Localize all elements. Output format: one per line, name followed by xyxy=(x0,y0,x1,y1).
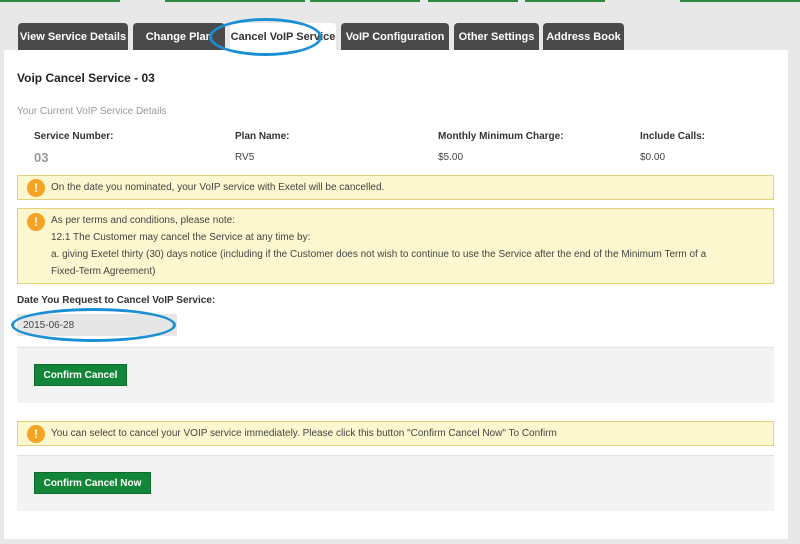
confirm-cancel-now-button[interactable]: Confirm Cancel Now xyxy=(34,472,151,494)
value-service-number: 03 xyxy=(34,150,49,165)
tab-other-settings[interactable]: Other Settings xyxy=(454,23,539,51)
top-strip-segment xyxy=(0,0,120,2)
page-subtitle: Your Current VoIP Service Details xyxy=(17,106,167,117)
cancel-date-input[interactable] xyxy=(17,314,177,336)
confirm-cancel-now-box: Confirm Cancel Now xyxy=(17,455,774,511)
warning-circle-icon: ! xyxy=(27,179,45,197)
warning-circle-icon: ! xyxy=(27,213,45,231)
top-strip-segment xyxy=(525,0,605,2)
alert-terms-line-3: a. giving Exetel thirty (30) days notice… xyxy=(51,249,707,260)
cancel-date-label: Date You Request to Cancel VoIP Service: xyxy=(17,295,216,306)
confirm-cancel-button[interactable]: Confirm Cancel xyxy=(34,364,127,386)
alert-terms-line-2: 12.1 The Customer may cancel the Service… xyxy=(51,232,311,243)
tab-address-book[interactable]: Address Book xyxy=(543,23,624,51)
value-monthly-minimum: $5.00 xyxy=(438,152,464,163)
header-service-number: Service Number: xyxy=(34,131,114,142)
tab-cancel-voip-service[interactable]: Cancel VoIP Service xyxy=(230,23,336,51)
top-strip-segment xyxy=(165,0,305,2)
confirm-cancel-box: Confirm Cancel xyxy=(17,347,774,403)
alert-cancel-notice: ! On the date you nominated, your VoIP s… xyxy=(17,175,774,200)
value-include-calls: $0.00 xyxy=(640,152,666,163)
top-strip-segment xyxy=(680,0,800,2)
top-strip xyxy=(0,0,800,2)
header-monthly-minimum: Monthly Minimum Charge: xyxy=(438,131,564,142)
alert-text: You can select to cancel your VOIP servi… xyxy=(51,428,557,439)
alert-text: On the date you nominated, your VoIP ser… xyxy=(51,182,385,193)
alert-immediate-cancel: ! You can select to cancel your VOIP ser… xyxy=(17,421,774,446)
alert-terms-line-4: Fixed-Term Agreement) xyxy=(51,266,156,277)
header-include-calls: Include Calls: xyxy=(640,131,706,142)
alert-terms: ! As per terms and conditions, please no… xyxy=(17,208,774,284)
page-title: Voip Cancel Service - 03 xyxy=(17,71,155,85)
tab-change-plan[interactable]: Change Plan xyxy=(133,23,225,51)
tab-view-service-details[interactable]: View Service Details xyxy=(18,23,128,51)
top-strip-segment xyxy=(310,0,420,2)
alert-terms-line-1: As per terms and conditions, please note… xyxy=(51,215,235,226)
tab-voip-configuration[interactable]: VoIP Configuration xyxy=(341,23,449,51)
header-plan-name: Plan Name: xyxy=(235,131,290,142)
warning-circle-icon: ! xyxy=(27,425,45,443)
top-strip-segment xyxy=(428,0,518,2)
value-plan-name: RV5 xyxy=(235,152,255,163)
